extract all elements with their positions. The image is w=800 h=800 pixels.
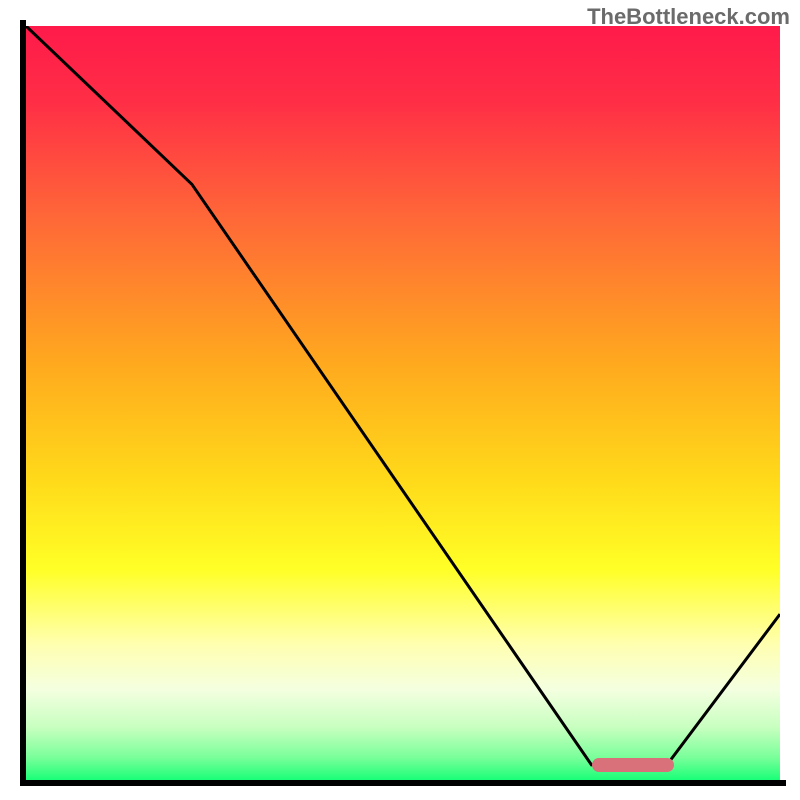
chart-container: TheBottleneck.com: [0, 0, 800, 800]
bottleneck-curve: [26, 26, 780, 780]
x-axis: [20, 780, 786, 786]
y-axis: [20, 20, 26, 786]
optimal-range-marker: [592, 758, 675, 772]
watermark-text: TheBottleneck.com: [587, 4, 790, 30]
plot-area: [26, 26, 780, 780]
